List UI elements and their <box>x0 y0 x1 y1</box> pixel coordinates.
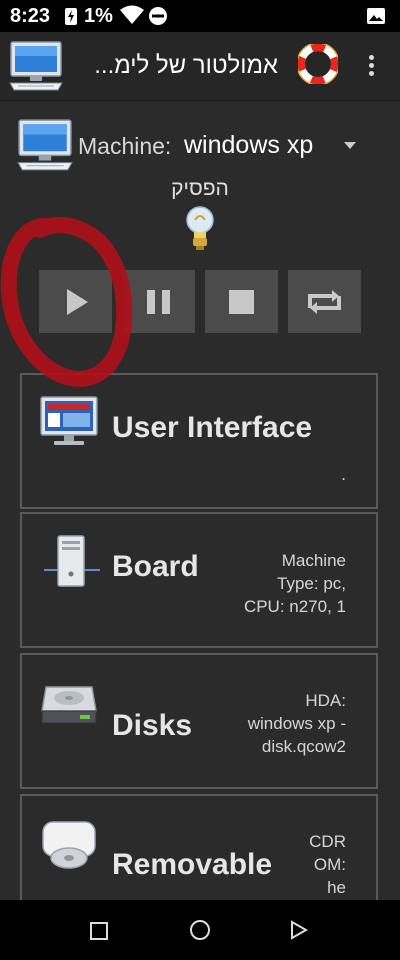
wifi-icon <box>120 5 144 30</box>
card-disks[interactable]: Disks HDA: windows xp - disk.qcow2 <box>20 653 378 789</box>
overflow-menu-icon[interactable] <box>360 48 384 84</box>
lifebuoy-icon[interactable] <box>296 42 340 89</box>
machine-select[interactable]: windows xp <box>184 131 313 160</box>
card-detail: Machine Type: pc, CPU: n270, 1 <box>243 551 346 616</box>
app-bar: אמולטור של לימ... <box>0 32 400 101</box>
back-icon <box>291 920 309 940</box>
card-label: User Interface <box>112 411 313 444</box>
restart-icon <box>308 290 341 314</box>
card-detail: CDR OM: he <box>309 832 346 897</box>
stop-icon <box>229 290 254 314</box>
card-label: Board <box>112 550 199 583</box>
card-board[interactable]: Board Machine Type: pc, CPU: n270, 1 <box>20 512 378 648</box>
app-title: אמולטור של לימ... <box>94 52 278 79</box>
stop-button[interactable] <box>205 270 278 333</box>
play-button[interactable] <box>39 270 112 333</box>
hard-disk-icon <box>40 683 98 732</box>
play-icon <box>67 289 88 315</box>
back-button[interactable] <box>290 920 309 945</box>
chevron-down-icon[interactable] <box>344 142 356 149</box>
home-button[interactable] <box>190 920 210 940</box>
display-settings-icon <box>38 395 100 454</box>
battery-saver-icon <box>64 6 78 31</box>
card-detail: HDA: windows xp - disk.qcow2 <box>247 691 346 756</box>
lightbulb-icon <box>183 204 217 259</box>
machine-computer-icon <box>16 118 74 177</box>
restart-button[interactable] <box>288 270 361 333</box>
recents-button[interactable] <box>90 922 108 940</box>
card-label: Disks <box>112 709 193 742</box>
card-detail: . <box>341 465 346 484</box>
machine-status: הפסיק <box>171 177 229 200</box>
navigation-bar <box>0 900 400 960</box>
machine-label: Machine: <box>78 133 172 159</box>
card-label: Removable <box>112 848 273 881</box>
battery-percent: 1% <box>84 5 113 27</box>
computer-icon <box>8 40 64 97</box>
pause-button[interactable] <box>122 270 195 333</box>
image-notification-icon <box>366 7 386 30</box>
pc-tower-icon <box>44 534 100 595</box>
card-user-interface[interactable]: User Interface . <box>20 373 378 509</box>
do-not-disturb-icon <box>148 6 168 31</box>
status-time: 8:23 <box>10 5 51 27</box>
optical-drive-icon <box>40 818 98 877</box>
pause-icon <box>147 290 170 314</box>
status-bar: 8:23 1% <box>0 0 400 32</box>
